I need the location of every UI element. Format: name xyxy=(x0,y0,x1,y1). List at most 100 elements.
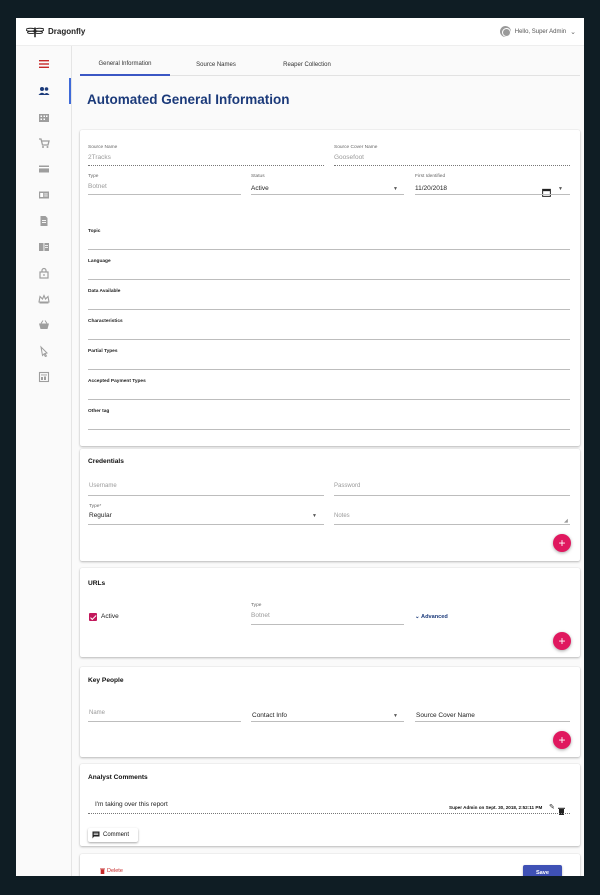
url-type-label: Type xyxy=(251,603,262,608)
comment-text: I'm taking over this report xyxy=(95,801,168,808)
urls-card: URLs Active Type Botnet ⌄ Advanced + xyxy=(80,568,580,657)
status-dropdown-icon[interactable]: ▼ xyxy=(393,186,398,192)
brand-logo[interactable]: Dragonfly xyxy=(26,25,85,39)
add-credential-button[interactable]: + xyxy=(553,534,571,552)
brand-name: Dragonfly xyxy=(48,27,86,36)
analyst-comments-title: Analyst Comments xyxy=(88,774,148,781)
shopping-basket-icon[interactable] xyxy=(38,319,50,331)
users-icon[interactable] xyxy=(38,85,50,97)
first-identified-underline xyxy=(415,194,570,195)
comment-button[interactable]: Comment xyxy=(88,828,138,842)
accepted-payment-types-input[interactable] xyxy=(88,399,570,400)
tab-bar: General Information Source Names Reaper … xyxy=(80,54,580,76)
source-cover-name-input[interactable]: Goosefoot xyxy=(334,154,364,161)
source-name-input[interactable]: 2Tracks xyxy=(88,154,111,161)
comment-meta: Super Admin on Sept. 30, 2018, 2:52:11 P… xyxy=(449,805,543,810)
password-underline xyxy=(334,495,570,496)
menu-icon[interactable] xyxy=(38,58,50,70)
globe-icon xyxy=(499,26,511,37)
delete-button[interactable]: Delete xyxy=(100,868,123,874)
username-underline xyxy=(88,495,324,496)
credit-card-icon[interactable] xyxy=(38,163,50,175)
credentials-card: Credentials Username Password Type* Regu… xyxy=(80,449,580,561)
trash-icon[interactable] xyxy=(558,802,565,820)
active-checkbox[interactable] xyxy=(89,613,97,621)
dragonfly-icon xyxy=(26,27,44,37)
partial-types-label: Partial Types xyxy=(88,349,118,354)
topic-label: Topic xyxy=(88,229,101,234)
credential-type-underline xyxy=(88,524,324,525)
main-content: General Information Source Names Reaper … xyxy=(80,46,580,876)
add-url-button[interactable]: + xyxy=(553,632,571,650)
calendar-icon[interactable] xyxy=(542,184,551,202)
contact-info-dropdown-icon[interactable]: ▼ xyxy=(393,713,398,719)
building-icon[interactable] xyxy=(38,111,50,123)
accepted-payment-types-label: Accepted Payment Types xyxy=(88,379,146,384)
analyst-comments-card: Analyst Comments I'm taking over this re… xyxy=(80,764,580,846)
source-cover-name-label: Source Cover Name xyxy=(334,145,378,150)
chevron-down-icon: ⌄ xyxy=(570,28,576,36)
first-identified-input[interactable]: 11/20/2018 xyxy=(415,185,447,192)
username-input[interactable]: Username xyxy=(89,483,117,489)
sidebar xyxy=(16,46,72,876)
credentials-title: Credentials xyxy=(88,458,124,465)
comment-underline xyxy=(88,813,570,814)
source-name-underline xyxy=(88,165,324,166)
sidebar-active-indicator xyxy=(69,78,71,104)
data-available-input[interactable] xyxy=(88,309,570,310)
comment-button-label: Comment xyxy=(103,832,130,838)
key-people-card: Key People Name Contact Info ▼ Source Co… xyxy=(80,667,580,757)
other-tag-input[interactable] xyxy=(88,429,570,430)
key-source-cover-underline xyxy=(415,721,570,722)
credential-type-dropdown-icon[interactable]: ▼ xyxy=(312,513,317,519)
language-label: Language xyxy=(88,259,111,264)
credential-type-select[interactable]: Regular xyxy=(89,512,112,519)
status-underline xyxy=(251,194,404,195)
type-label: Type xyxy=(88,174,99,179)
characteristics-label: Characteristics xyxy=(88,319,123,324)
characteristics-input[interactable] xyxy=(88,339,570,340)
user-menu[interactable]: Hello, Super Admin ⌄ xyxy=(499,26,576,37)
other-tag-label: Other tag xyxy=(88,409,110,414)
language-input[interactable] xyxy=(88,279,570,280)
first-identified-label: First Identified xyxy=(415,174,446,179)
lock-icon[interactable] xyxy=(38,267,50,279)
user-greeting: Hello, Super Admin xyxy=(514,28,567,35)
crown-icon[interactable] xyxy=(38,293,50,305)
status-select[interactable]: Active xyxy=(251,185,269,192)
partial-types-input[interactable] xyxy=(88,369,570,370)
source-name-label: Source Name xyxy=(88,145,118,150)
type-input[interactable]: Botnet xyxy=(88,183,107,190)
password-input[interactable]: Password xyxy=(334,483,360,489)
book-icon[interactable] xyxy=(38,241,50,253)
chart-list-icon[interactable] xyxy=(38,371,50,383)
hand-pointer-icon[interactable] xyxy=(38,345,50,357)
cart-icon[interactable] xyxy=(38,137,50,149)
url-type-input[interactable]: Botnet xyxy=(251,612,270,619)
pencil-icon[interactable]: ✎ xyxy=(549,803,555,811)
topic-input[interactable] xyxy=(88,249,570,250)
plus-icon: + xyxy=(558,733,566,747)
top-bar: Dragonfly Hello, Super Admin ⌄ xyxy=(16,18,584,46)
person-name-input[interactable]: Name xyxy=(89,710,105,716)
advanced-label: Advanced xyxy=(421,614,448,620)
save-button[interactable]: Save xyxy=(523,865,562,876)
add-key-person-button[interactable]: + xyxy=(553,731,571,749)
active-label: Active xyxy=(101,613,119,620)
contact-info-select[interactable]: Contact Info xyxy=(252,712,287,719)
credential-type-label: Type* xyxy=(89,504,102,509)
contact-info-underline xyxy=(251,721,404,722)
type-underline xyxy=(88,194,241,195)
tab-general-information[interactable]: General Information xyxy=(80,54,170,76)
delete-label: Delete xyxy=(107,868,123,874)
document-icon[interactable] xyxy=(38,215,50,227)
tab-source-names[interactable]: Source Names xyxy=(170,54,262,76)
tab-reaper-collection[interactable]: Reaper Collection xyxy=(262,54,352,76)
source-cover-name-input[interactable]: Source Cover Name xyxy=(416,712,475,719)
notes-textarea[interactable]: Notes xyxy=(334,513,350,519)
app-window: Dragonfly Hello, Super Admin ⌄ General I… xyxy=(16,18,584,876)
notes-underline xyxy=(334,524,570,525)
advanced-toggle[interactable]: ⌄ Advanced xyxy=(415,614,448,620)
date-dropdown-icon[interactable]: ▼ xyxy=(558,186,563,192)
id-card-icon[interactable] xyxy=(38,189,50,201)
